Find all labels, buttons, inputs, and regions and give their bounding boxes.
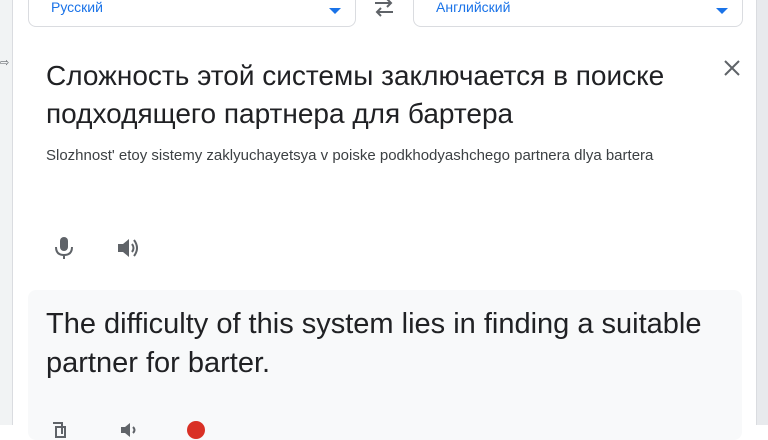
target-language-label: Английский — [436, 0, 511, 15]
swap-arrows-icon[interactable] — [371, 0, 397, 18]
source-text: Сложность этой системы заключается в пои… — [46, 60, 665, 129]
speaker-icon[interactable] — [116, 236, 142, 260]
record-indicator-icon[interactable] — [186, 420, 206, 440]
result-toolbar — [28, 416, 742, 440]
source-language-label: Русский — [51, 0, 103, 15]
copy-icon[interactable] — [52, 422, 66, 438]
microphone-icon[interactable] — [53, 236, 75, 260]
translation-text: The difficulty of this system lies in fi… — [46, 308, 702, 379]
target-language-select[interactable]: Английский — [413, 0, 743, 27]
close-icon[interactable] — [722, 58, 742, 78]
speaker-icon[interactable] — [120, 421, 142, 439]
translation-result-card: The difficulty of this system lies in fi… — [28, 290, 742, 440]
source-language-select[interactable]: Русский — [28, 0, 356, 27]
transliteration-text: Slozhnost' etoy sistemy zaklyuchayetsya … — [46, 147, 654, 164]
chevron-down-icon — [329, 8, 341, 14]
resize-arrow-icon: ⇨ — [0, 56, 10, 69]
right-window-edge — [756, 0, 768, 425]
left-window-edge: ⇨ — [0, 0, 13, 425]
chevron-down-icon — [716, 8, 728, 14]
